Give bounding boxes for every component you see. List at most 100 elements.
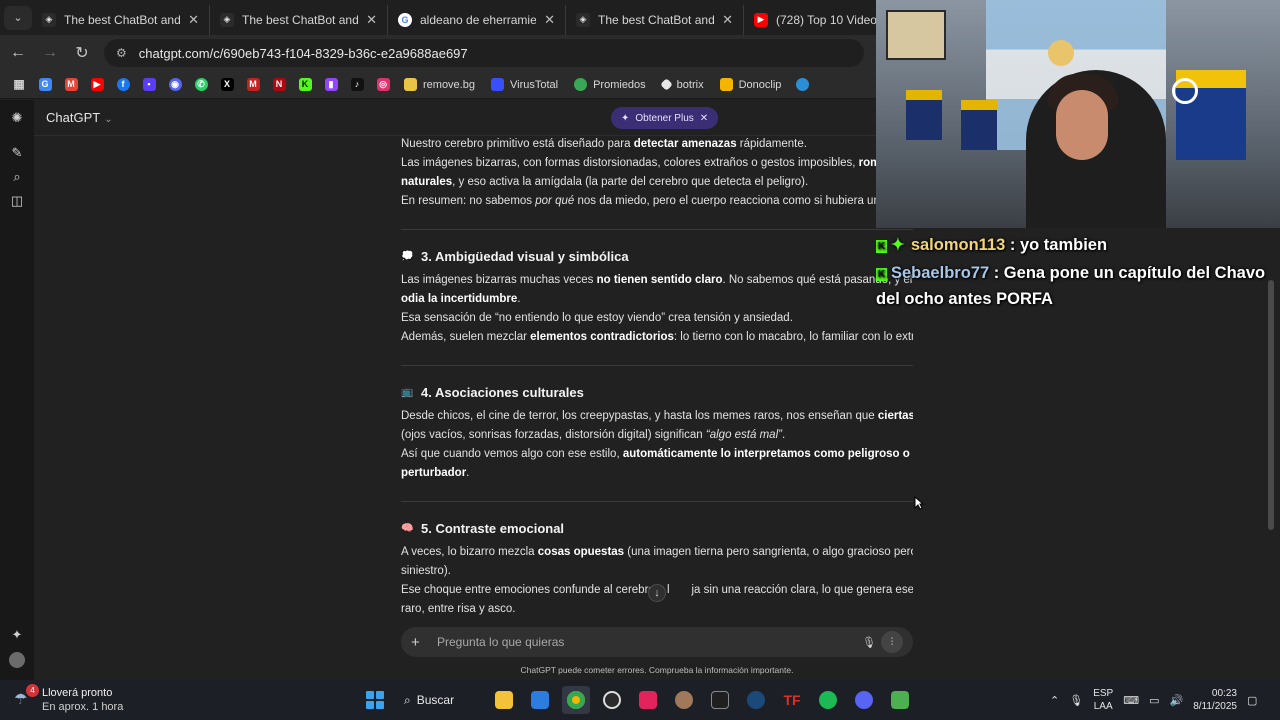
clock[interactable]: 00:23 8/11/2025 [1193, 687, 1237, 713]
add-attachment-icon[interactable]: + [411, 634, 429, 651]
bookmark-removebg[interactable]: remove.bg [398, 74, 481, 96]
tiktok-icon[interactable] [634, 686, 662, 714]
bookmark-label: botrix [676, 78, 704, 91]
tab-search-menu-button[interactable]: ⌄ [4, 5, 32, 30]
epic-games-icon[interactable] [706, 686, 734, 714]
scroll-down-button[interactable]: ↓ [648, 584, 666, 602]
steam-icon[interactable] [742, 686, 770, 714]
scrollbar[interactable] [1268, 280, 1274, 530]
model-selector[interactable]: ChatGPT ⌄ [46, 110, 113, 125]
weather-subtitle: En aprox. 1 hora [42, 701, 124, 713]
back-arrow-icon[interactable]: ← [4, 39, 32, 67]
taskbar-search-button[interactable]: ⌕ Buscar [396, 687, 482, 713]
tab-close-icon[interactable]: ✕ [188, 12, 199, 28]
sparkle-icon: ✦ [621, 112, 630, 124]
spotify-icon[interactable] [814, 686, 842, 714]
composer: + Pregunta lo que quieras 🎙 ⫶ [401, 627, 913, 657]
section-heading: 💭 3. Ambigüedad visual y simbólica [401, 249, 629, 264]
microphone-icon[interactable]: 🎙 [1069, 694, 1083, 707]
mail-icon[interactable]: M [242, 74, 264, 96]
tab-title: The best ChatBot and Wid [64, 12, 181, 27]
chevron-up-icon[interactable]: ⌃ [1050, 694, 1059, 707]
avatar[interactable] [9, 652, 25, 668]
weather-widget[interactable]: ☂ 4 Lloverá pronto En aprox. 1 hora [14, 684, 154, 715]
microsoft-store-icon[interactable] [526, 686, 554, 714]
prompt-input[interactable]: Pregunta lo que quieras [437, 635, 857, 649]
notifications-icon[interactable]: ▢ [1247, 694, 1257, 707]
sparkle-icon[interactable]: ✦ [9, 627, 25, 643]
edge-icon[interactable] [791, 74, 813, 96]
bookmark-donoclip[interactable]: Donoclip [714, 74, 788, 96]
close-icon[interactable]: ✕ [700, 113, 708, 124]
kick-badge-icon: K [876, 240, 887, 253]
chrome-icon[interactable] [562, 686, 590, 714]
search-label: Buscar [416, 693, 455, 707]
tab-favicon-icon: ◈ [220, 12, 234, 27]
taskbar-apps: ⌕ Buscar TF [362, 685, 914, 715]
streaming-icon[interactable]: ▪ [138, 74, 160, 96]
keyboard-icon[interactable]: ⌨ [1123, 694, 1139, 707]
team-poster-image [886, 10, 946, 60]
facebook-icon[interactable]: f [112, 74, 134, 96]
tab-close-icon[interactable]: ✕ [544, 12, 555, 28]
notification-badge: 4 [26, 684, 39, 697]
address-bar[interactable]: ⚙ chatgpt.com/c/690eb743-f104-8329-b36c-… [104, 39, 864, 67]
apps-grid-icon[interactable]: ▦ [8, 74, 30, 96]
section-heading: 🧠 5. Contraste emocional [401, 521, 565, 536]
openai-logo-icon[interactable]: ✺ [9, 110, 25, 126]
profile-app-icon[interactable] [670, 686, 698, 714]
browser-tab[interactable]: G aldeano de eherramientas ✕ [388, 4, 566, 35]
bookmark-botrix[interactable]: botrix [656, 74, 710, 96]
teamfight-icon[interactable]: TF [778, 686, 806, 714]
bookmark-promiedos[interactable]: Promiedos [568, 74, 652, 96]
whatsapp-icon[interactable]: ✆ [190, 74, 212, 96]
translate-icon[interactable]: G [34, 74, 56, 96]
library-icon[interactable]: ◫ [9, 193, 25, 209]
system-tray: ⌃ 🎙 ESP LAA ⌨ ▭ 🔊 00:23 8/11/2025 ▢ [1050, 685, 1257, 715]
kick-icon[interactable]: K [294, 74, 316, 96]
discord-icon[interactable] [850, 686, 878, 714]
paragraph: Las imágenes bizarras muchas veces no ti… [401, 274, 913, 286]
x-icon[interactable]: X [216, 74, 238, 96]
paragraph: (ojos vacíos, sonrisas forzadas, distors… [401, 429, 786, 441]
search-icon[interactable]: ⌕ [9, 169, 25, 185]
reload-icon[interactable]: ↻ [68, 39, 96, 67]
speech-bubble-icon: 💭 [401, 251, 414, 262]
new-chat-icon[interactable]: ✎ [9, 145, 25, 161]
site-info-icon[interactable]: ⚙ [116, 46, 127, 60]
bookmark-virustotal[interactable]: VirusTotal [485, 74, 564, 96]
youtube-icon[interactable]: ▶ [86, 74, 108, 96]
minecraft-icon[interactable] [886, 686, 914, 714]
twitch-icon[interactable]: ▮ [320, 74, 342, 96]
paragraph: A veces, lo bizarro mezcla cosas opuesta… [401, 546, 913, 558]
browser-tab[interactable]: ◈ The best ChatBot and Wid ✕ [210, 4, 388, 35]
netflix-icon[interactable]: N [268, 74, 290, 96]
television-icon: 📺 [401, 387, 414, 398]
paragraph: perturbador. [401, 467, 470, 479]
get-plus-button[interactable]: ✦ Obtener Plus ✕ [611, 107, 719, 129]
tab-close-icon[interactable]: ✕ [722, 12, 733, 28]
brand-label: ChatGPT [46, 110, 101, 125]
windows-start-icon[interactable] [362, 687, 388, 713]
bookmark-label: Donoclip [738, 78, 782, 91]
volume-icon[interactable]: 🔊 [1170, 694, 1184, 707]
obs-icon[interactable] [598, 686, 626, 714]
input-language[interactable]: ESP LAA [1093, 687, 1113, 713]
paragraph: Esa sensación de “no entiendo lo que est… [401, 312, 793, 324]
browser-tab[interactable]: ◈ The best ChatBot and Wid ✕ [566, 4, 744, 35]
tab-title: aldeano de eherramientas [420, 12, 537, 27]
paragraph: Así que cuando vemos algo con ese estilo… [401, 448, 910, 460]
discord-icon[interactable]: ◉ [164, 74, 186, 96]
rain-cloud-icon: ☂ 4 [14, 684, 39, 710]
network-icon[interactable]: ▭ [1149, 694, 1159, 707]
divider [401, 501, 913, 502]
browser-tab[interactable]: ◈ The best ChatBot and Wid ✕ [32, 4, 210, 35]
voice-mode-button[interactable]: ⫶ [881, 631, 903, 653]
gmail-icon[interactable]: M [60, 74, 82, 96]
tiktok-icon[interactable]: ♪ [346, 74, 368, 96]
tab-close-icon[interactable]: ✕ [366, 12, 377, 28]
file-explorer-icon[interactable] [490, 686, 518, 714]
microphone-icon[interactable]: 🎙 [857, 636, 881, 649]
forward-arrow-icon[interactable]: → [36, 39, 64, 67]
instagram-icon[interactable]: ◎ [372, 74, 394, 96]
